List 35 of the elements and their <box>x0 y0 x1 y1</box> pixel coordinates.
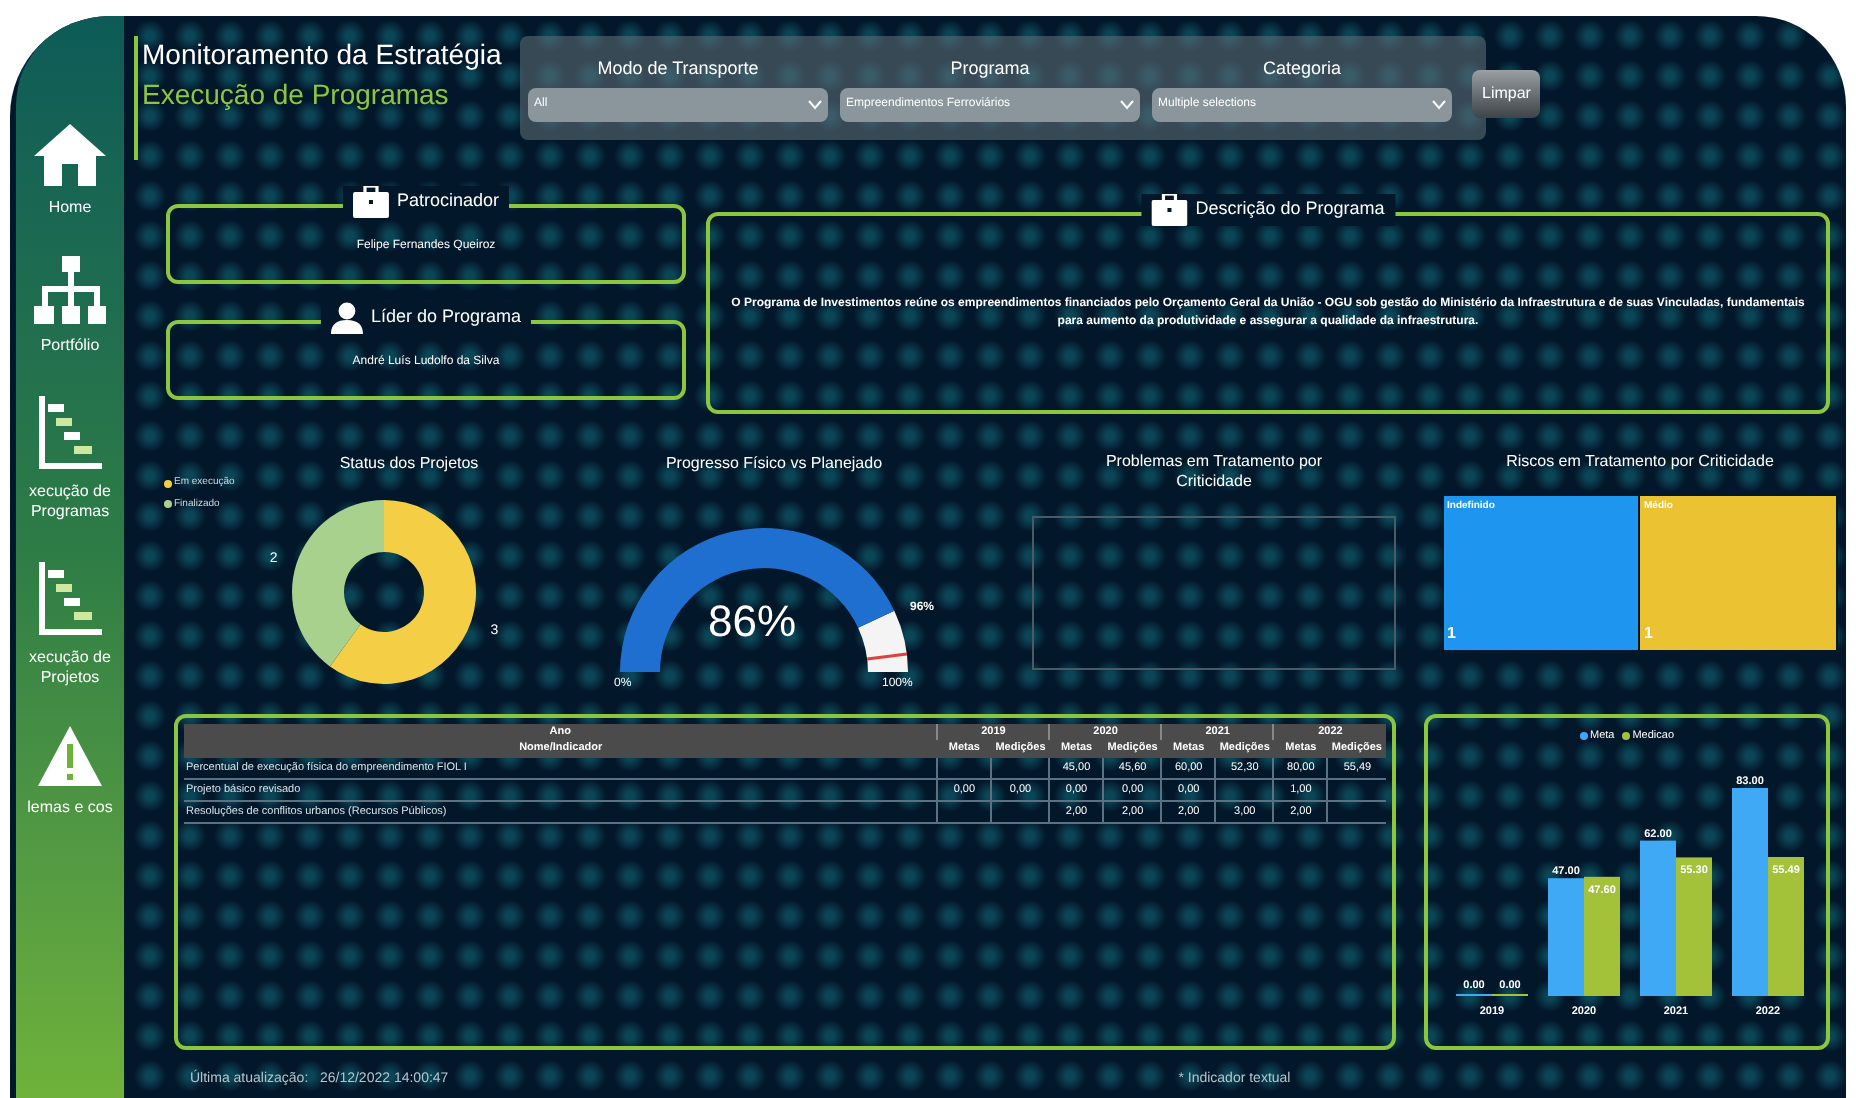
person-icon <box>330 302 363 334</box>
filter-label: Programa <box>950 55 1030 79</box>
tile-value: 1 <box>1644 622 1655 646</box>
nav-link[interactable]: Portfólio <box>16 336 124 356</box>
nav-link[interactable]: xecução de Programas <box>16 482 124 522</box>
gauge-value: 86% <box>708 594 797 650</box>
page-subtitle: Execução de Programas <box>142 76 451 114</box>
chart-title: Riscos em Tratamento por Criticidade <box>1504 452 1776 472</box>
filter-label: Categoria <box>1262 55 1342 79</box>
bar <box>1584 877 1620 997</box>
nav-link[interactable]: lemas e cos <box>16 798 124 818</box>
bar <box>1676 857 1712 997</box>
chart-title: Problemas em Tratamento por Criticidade <box>1103 452 1325 492</box>
chevron-down-icon <box>1120 99 1134 109</box>
card-title: Patrocinador <box>396 188 500 215</box>
house-icon <box>30 120 110 188</box>
target-marker <box>867 652 908 661</box>
clear-button[interactable]: Limpar <box>1472 70 1541 118</box>
chart-steps-icon <box>36 392 104 472</box>
nav-link[interactable]: xecução de Projetos <box>16 648 124 688</box>
warning-icon <box>36 724 104 788</box>
filter-label: Modo de Transporte <box>597 55 759 79</box>
chart-steps-icon <box>36 558 104 638</box>
dashboard-title: Monitoramento da Estratégia <box>142 36 504 72</box>
hierarchy-icon <box>34 254 106 326</box>
card-title: Líder do Programa <box>370 304 522 331</box>
nav-link[interactable]: Home <box>16 198 124 218</box>
gauge-track <box>858 610 908 672</box>
card-title: Descrição do Programa <box>1195 196 1385 223</box>
bar <box>1548 878 1584 997</box>
chart-title: Status dos Projetos <box>337 452 481 476</box>
tile-value: 1 <box>1447 622 1458 646</box>
chevron-down-icon <box>1432 99 1446 109</box>
chart-title: Progresso Físico vs Planejado <box>663 452 885 476</box>
chevron-down-icon <box>808 99 822 109</box>
